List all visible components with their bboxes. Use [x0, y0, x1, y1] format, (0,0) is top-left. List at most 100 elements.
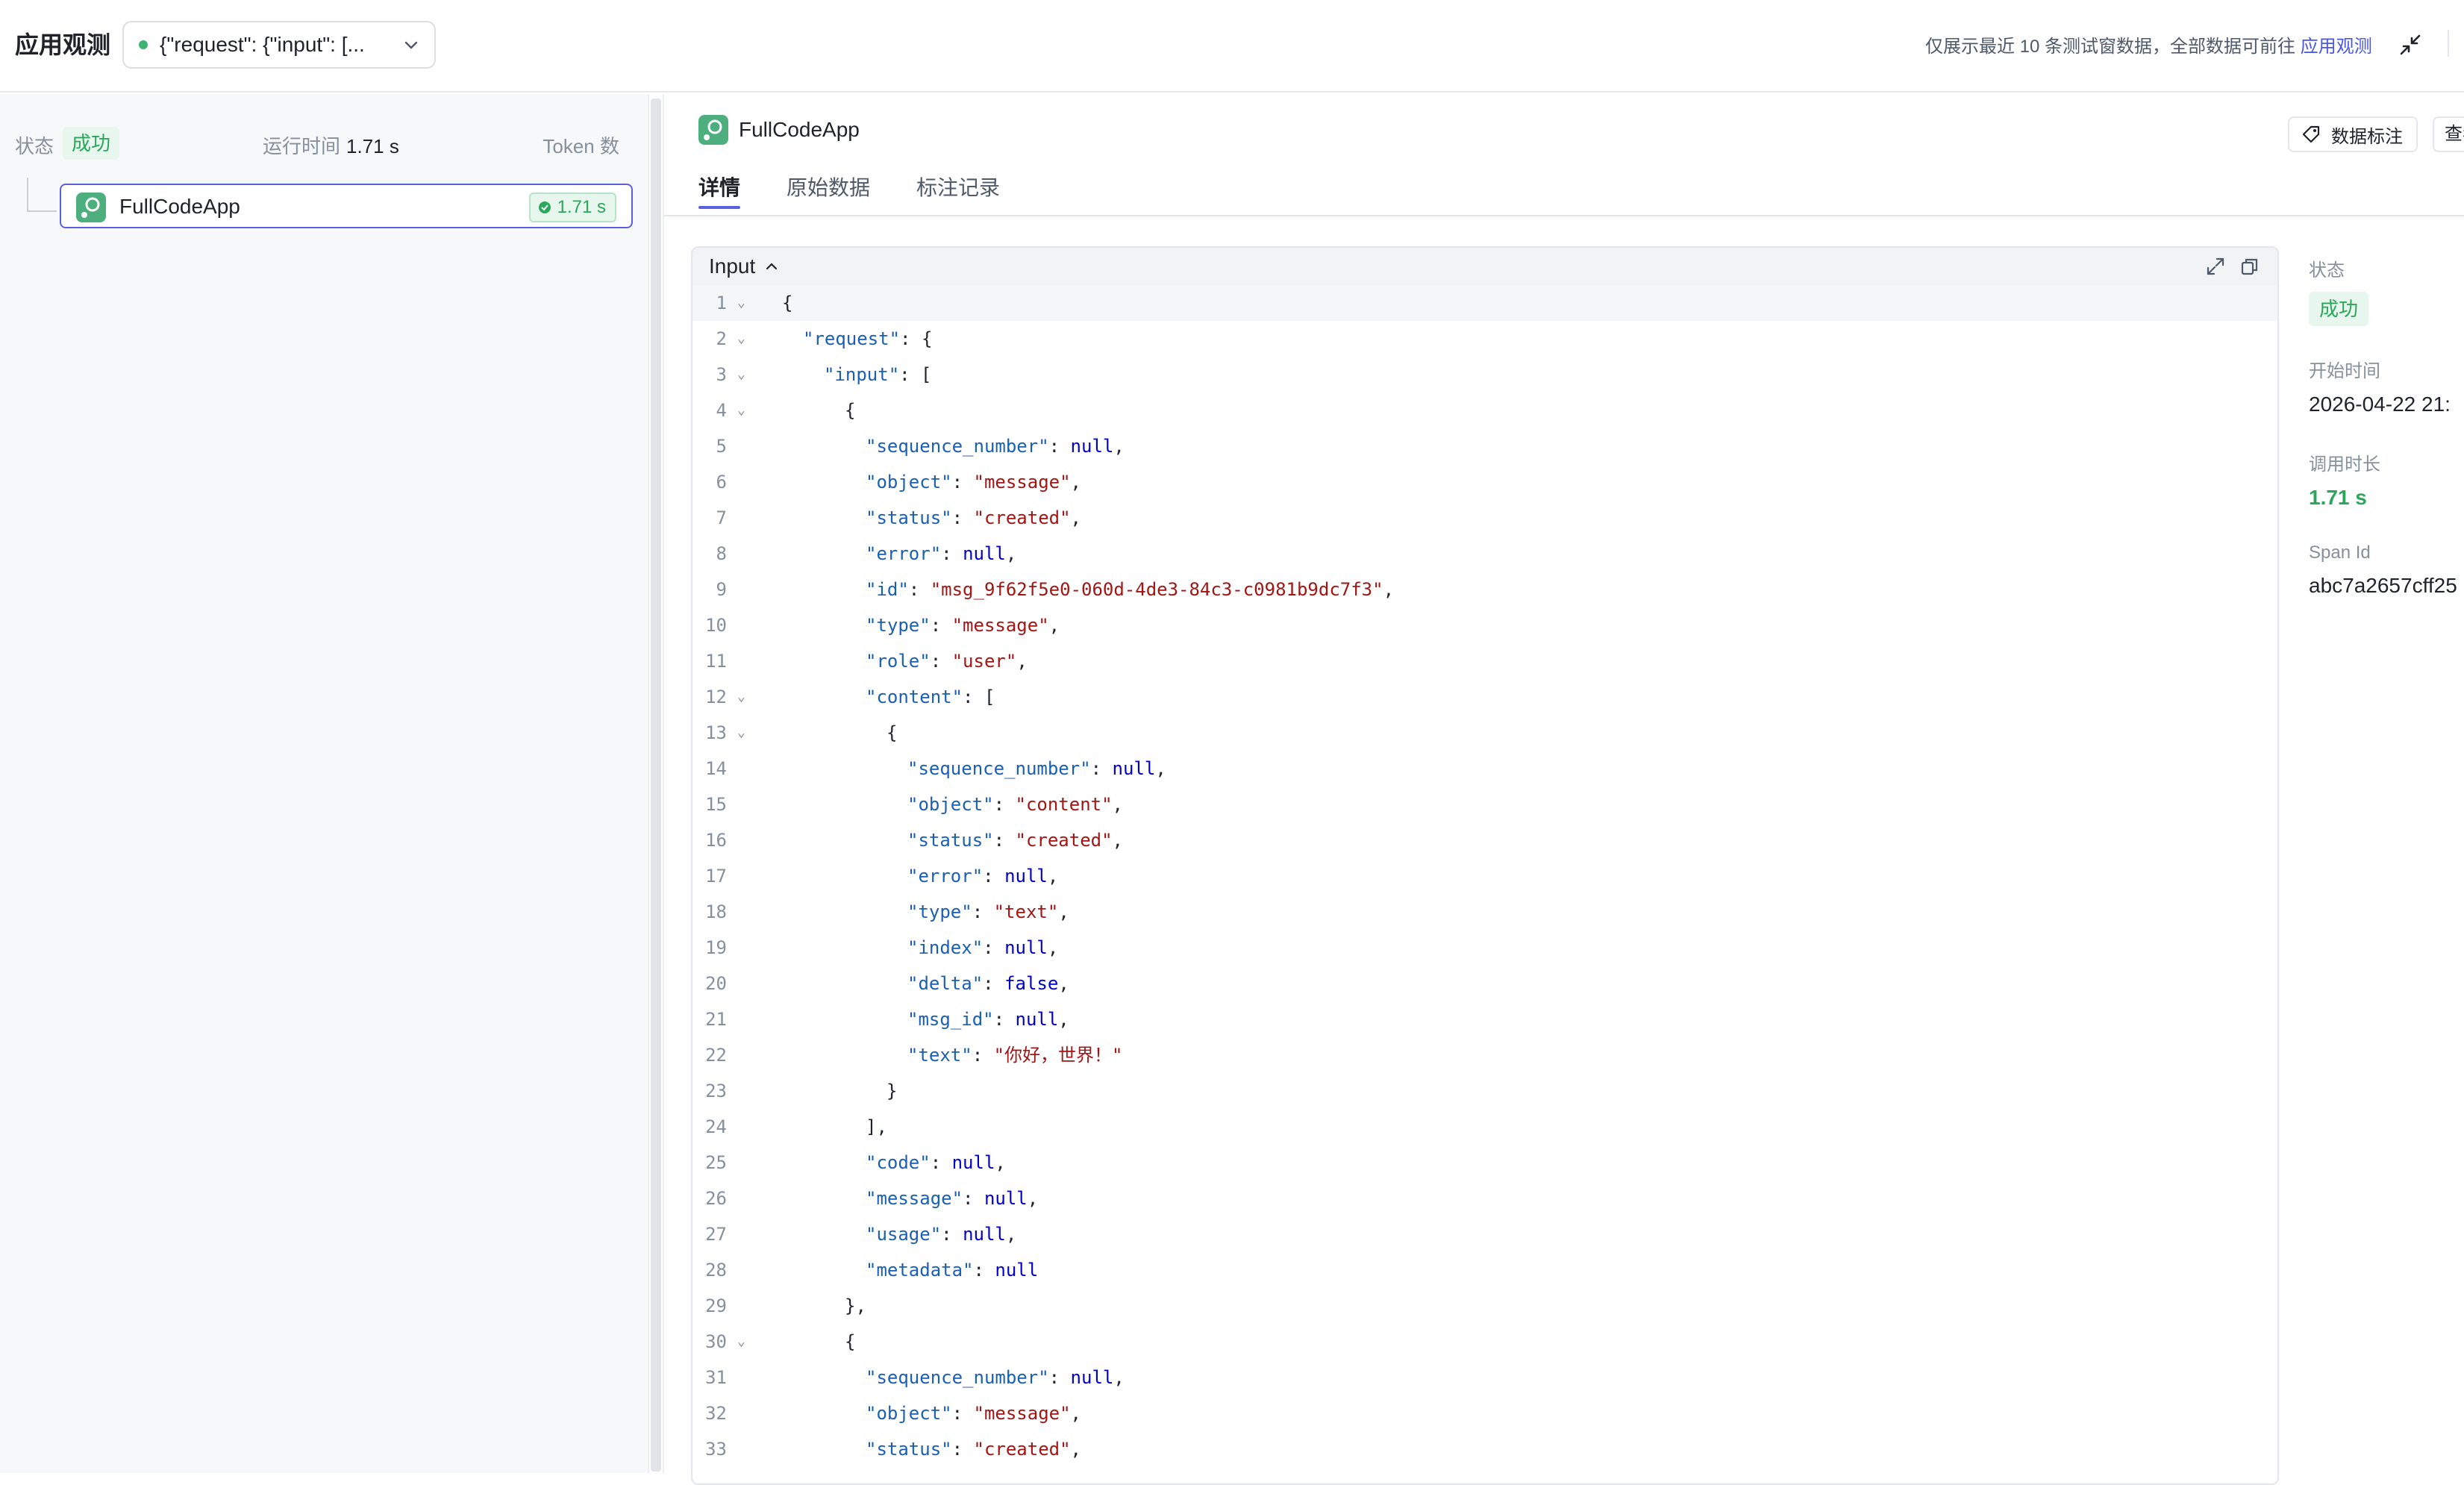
line-number: 17	[705, 866, 727, 887]
tag-icon	[2302, 125, 2320, 143]
code-token: "text"	[993, 901, 1059, 922]
fold-chevron-icon[interactable]: ⌄	[737, 357, 745, 393]
line-number: 3	[716, 364, 727, 385]
code-token: :	[1090, 758, 1113, 779]
tab-annotation-records[interactable]: 标注记录	[916, 172, 1000, 209]
data-annotation-button[interactable]: 数据标注	[2288, 116, 2418, 152]
code-token: :	[993, 1009, 1016, 1030]
code-token: null	[1070, 436, 1114, 457]
meta-span-id-value[interactable]: abc7a2657cff25	[2309, 574, 2464, 598]
runtime-value: 1.71 s	[346, 135, 399, 157]
code-token: null	[1004, 937, 1048, 958]
code-token: {	[782, 293, 793, 313]
copy-icon[interactable]	[2240, 257, 2260, 276]
line-number: 25	[705, 1152, 727, 1173]
code-token: ,	[1070, 1403, 1081, 1424]
expand-icon[interactable]	[2206, 257, 2225, 276]
line-number: 29	[705, 1295, 727, 1316]
line-source: "role": "user",	[866, 643, 1028, 679]
code-token: "status"	[866, 1439, 952, 1460]
code-token: "message"	[951, 615, 1049, 636]
code-token: ,	[1070, 507, 1081, 528]
code-token: {	[845, 400, 856, 421]
code-token: ,	[1016, 651, 1028, 672]
code-line: 27 "usage": null,	[692, 1216, 2277, 1252]
code-token: null	[1015, 1009, 1059, 1030]
tab-raw-data[interactable]: 原始数据	[787, 172, 870, 209]
span-detail-panel: FullCodeApp 数据标注 查看 详情 原始数据 标注记录 Input 1…	[664, 94, 2464, 1485]
fold-chevron-icon[interactable]: ⌄	[737, 285, 745, 321]
line-number: 21	[705, 1009, 727, 1030]
code-token: "object"	[866, 1403, 952, 1424]
node-time-badge: 1.71 s	[528, 193, 616, 222]
line-source: ],	[866, 1109, 887, 1145]
line-source: "status": "created",	[866, 500, 1081, 536]
top-header: 应用观测 {"request": {"input": [... 仅展示最近 10…	[0, 0, 2464, 93]
line-number: 13	[705, 722, 727, 743]
code-token: ,	[1058, 901, 1069, 922]
code-line: 25 "code": null,	[692, 1145, 2277, 1181]
tree-connector	[27, 178, 57, 212]
tab-details[interactable]: 详情	[698, 172, 741, 209]
fold-chevron-icon[interactable]: ⌄	[737, 1324, 745, 1360]
line-number: 18	[705, 901, 727, 922]
view-button[interactable]: 查看	[2433, 116, 2464, 152]
code-token: "metadata"	[866, 1260, 974, 1281]
line-number: 32	[705, 1403, 727, 1424]
trace-stats: 状态 成功 运行时间 1.71 s Token 数	[15, 127, 619, 160]
code-line: 24],	[692, 1109, 2277, 1145]
notice-label: 仅展示最近 10 条测试窗数据，全部数据可前往	[1925, 37, 2301, 57]
code-token: : {	[900, 328, 933, 349]
line-number: 7	[716, 507, 727, 528]
line-source: "error": null,	[866, 536, 1016, 572]
panel-splitter[interactable]	[648, 94, 664, 1473]
request-select[interactable]: {"request": {"input": [...	[122, 21, 436, 69]
line-number: 20	[705, 973, 727, 994]
line-number: 2	[716, 328, 727, 349]
code-token: {	[887, 722, 898, 743]
line-number: 27	[705, 1224, 727, 1245]
code-panel-title: Input	[709, 254, 756, 278]
meta-span-id-label: Span Id	[2309, 543, 2371, 563]
fold-chevron-icon[interactable]: ⌄	[737, 321, 745, 357]
line-number: 15	[705, 794, 727, 815]
app-observe-link[interactable]: 应用观测	[2301, 37, 2372, 57]
code-token: "object"	[907, 794, 994, 815]
code-line: 22 "text": "你好，世界！"	[692, 1037, 2277, 1073]
check-circle-icon	[538, 201, 551, 213]
code-token: "msg_9f62f5e0-060d-4de3-84c3-c0981b9dc7f…	[930, 579, 1383, 600]
line-number: 4	[716, 400, 727, 421]
splitter-grip[interactable]	[651, 99, 661, 1472]
code-token: :	[983, 937, 1005, 958]
fold-chevron-icon[interactable]: ⌄	[737, 679, 745, 715]
line-number: 10	[705, 615, 727, 636]
chevron-up-icon[interactable]	[764, 259, 779, 274]
code-token: }	[887, 1081, 898, 1101]
code-token: ,	[1058, 1009, 1069, 1030]
code-token: "delta"	[907, 973, 984, 994]
line-source: "type": "text",	[907, 894, 1069, 930]
code-token: null	[995, 1260, 1039, 1281]
code-panel-header[interactable]: Input	[692, 248, 2277, 285]
meta-start-value: 2026-04-22 21:	[2309, 393, 2451, 416]
code-token: :	[951, 1439, 974, 1460]
collapse-icon[interactable]	[2397, 31, 2424, 58]
fold-chevron-icon[interactable]: ⌄	[737, 393, 745, 428]
runtime-label: 运行时间	[263, 135, 341, 157]
code-token: null	[1112, 758, 1156, 779]
fold-chevron-icon[interactable]: ⌄	[737, 715, 745, 751]
code-body[interactable]: 1 ⌄{2 ⌄ "request": {3 ⌄ "input": [4 ⌄{5 "sequen…	[692, 285, 2277, 1467]
code-token: "input"	[824, 364, 900, 385]
line-number: 1	[716, 293, 727, 313]
tree-node-fullcodeapp[interactable]: FullCodeApp 1.71 s	[60, 184, 633, 228]
line-source: "status": "created",	[907, 822, 1123, 858]
code-line: 15 "object": "content",	[692, 787, 2277, 822]
code-line: 11 "role": "user",	[692, 643, 2277, 679]
code-token: "created"	[973, 1439, 1071, 1460]
code-token: "sequence_number"	[907, 758, 1091, 779]
line-number: 24	[705, 1116, 727, 1137]
code-line: 4 ⌄ {	[692, 393, 2277, 428]
code-token: "type"	[907, 901, 972, 922]
code-token: : [	[899, 364, 932, 385]
code-line: 19 "index": null,	[692, 930, 2277, 966]
